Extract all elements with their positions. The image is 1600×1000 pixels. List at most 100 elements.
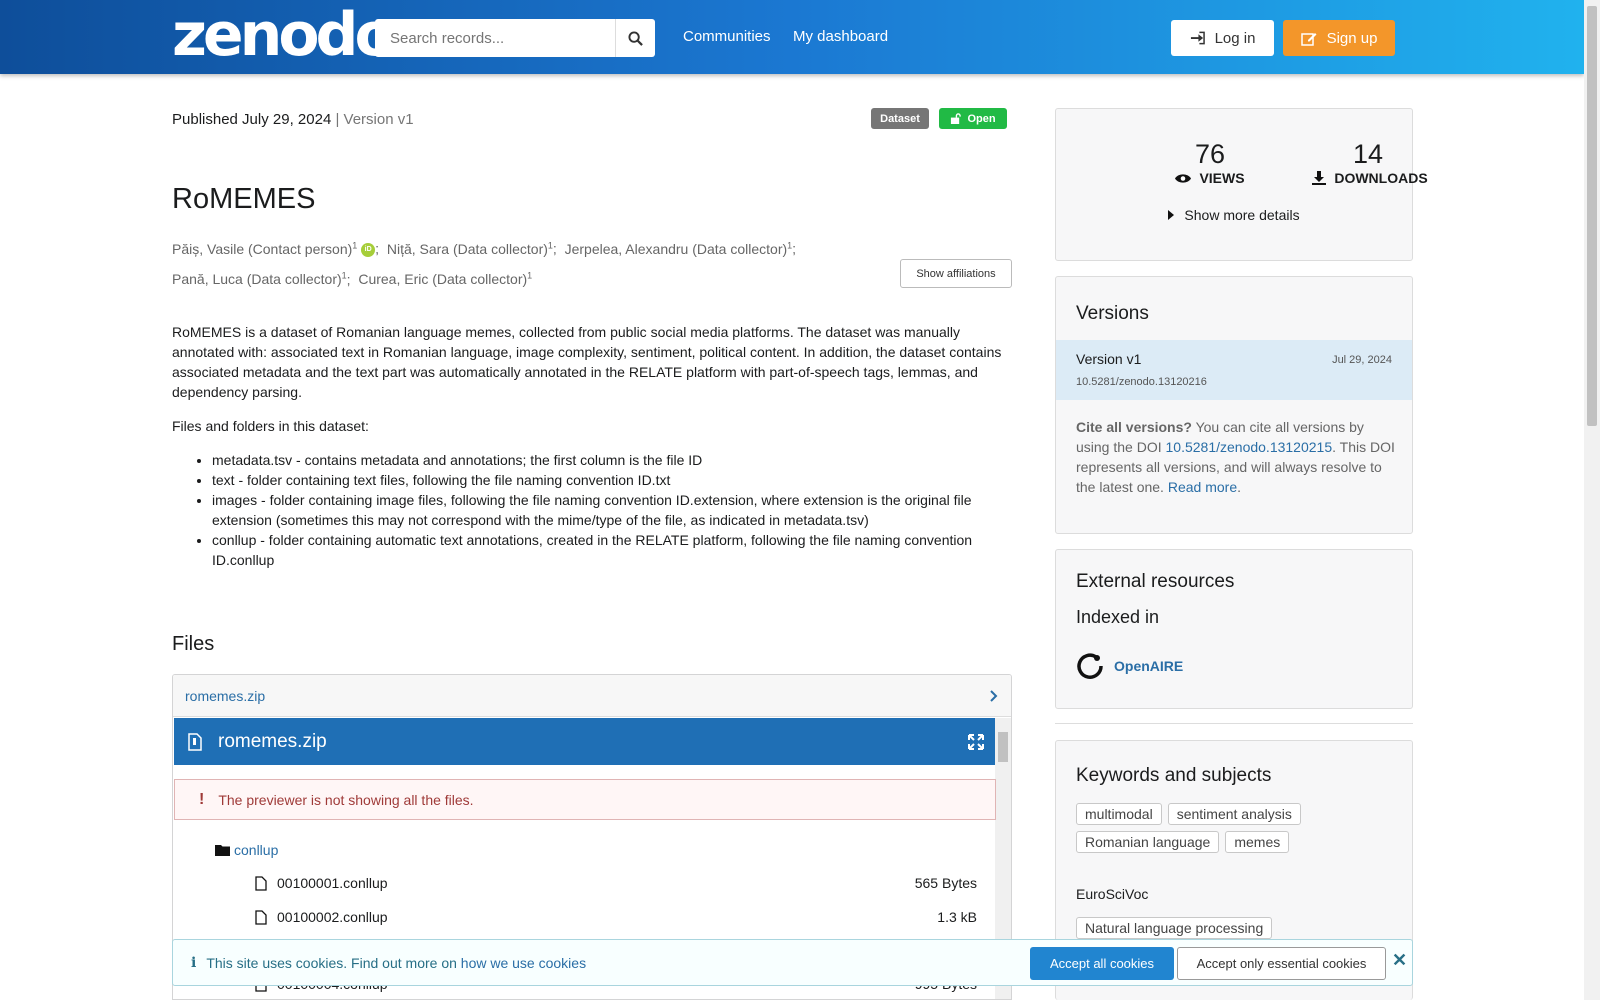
- warning-text: The previewer is not showing all the fil…: [218, 791, 474, 808]
- concept-doi-link[interactable]: 10.5281/zenodo.13120215: [1166, 439, 1333, 455]
- download-icon: [1312, 171, 1327, 185]
- chevron-right-icon: [990, 689, 998, 702]
- file-size: 565 Bytes: [914, 875, 977, 891]
- list-item: metadata.tsv - contains metadata and ann…: [212, 450, 1012, 470]
- version-date: Jul 29, 2024: [1332, 354, 1392, 366]
- creators-list: Păiș, Vasile (Contact person)1 iD; Niță,…: [172, 240, 797, 288]
- search-button[interactable]: [615, 19, 655, 57]
- stats-card: 76 VIEWS 14 DOWNLOADS Show more details: [1055, 108, 1428, 261]
- close-icon[interactable]: ✕: [1392, 950, 1407, 971]
- files-heading: Files: [172, 633, 215, 655]
- keyword-tag[interactable]: Romanian language: [1076, 831, 1220, 853]
- edit-icon: [1300, 32, 1317, 46]
- sign-in-icon: [1190, 31, 1205, 45]
- record-title: RoMEMES: [172, 183, 316, 215]
- search-icon: [628, 30, 643, 46]
- show-affiliations-button[interactable]: Show affiliations: [900, 259, 1012, 288]
- file-row: 00100001.conllup 565 Bytes: [255, 875, 977, 891]
- euroscivoc-label: EuroSciVoc: [1076, 886, 1149, 902]
- subject-tag[interactable]: Natural language processing: [1076, 917, 1273, 939]
- nav-communities[interactable]: Communities: [683, 28, 771, 45]
- external-resources-heading: External resources: [1076, 571, 1235, 592]
- file-name: 00100002.conllup: [277, 909, 388, 925]
- version-item[interactable]: Version v1 Jul 29, 2024 10.5281/zenodo.1…: [1056, 340, 1412, 400]
- cookie-policy-link[interactable]: how we use cookies: [461, 955, 586, 971]
- keywords-heading: Keywords and subjects: [1076, 765, 1272, 786]
- cookie-text: This site uses cookies. Find out more on…: [206, 954, 587, 971]
- folder-link[interactable]: conllup: [234, 842, 278, 858]
- read-more-link[interactable]: Read more: [1168, 479, 1237, 495]
- folder-icon: [215, 845, 230, 856]
- page-scrollbar[interactable]: [1584, 0, 1600, 1000]
- cookie-banner: i This site uses cookies. Find out more …: [172, 939, 1413, 986]
- openaire-icon: [1077, 653, 1103, 679]
- downloads-label: DOWNLOADS: [1290, 170, 1450, 186]
- keywords-list: multimodal sentiment analysis Romanian la…: [1076, 803, 1406, 859]
- file-size: 1.3 kB: [937, 909, 977, 925]
- creator[interactable]: Păiș, Vasile (Contact person)1: [172, 240, 357, 257]
- versions-card: Versions Version v1 Jul 29, 2024 10.5281…: [1055, 276, 1413, 534]
- version-name[interactable]: Version v1: [1076, 351, 1141, 367]
- search-box: [375, 19, 655, 57]
- description-text: RoMEMES is a dataset of Romanian languag…: [172, 324, 1002, 400]
- file-accordion-header[interactable]: romemes.zip: [173, 675, 1011, 717]
- cite-all-versions: Cite all versions? You can cite all vers…: [1076, 419, 1395, 495]
- views-count: 76: [1194, 139, 1226, 169]
- external-resources-card: External resources Indexed in OpenAIRE: [1055, 549, 1413, 709]
- expand-icon[interactable]: [968, 733, 984, 750]
- file-name: 00100001.conllup: [277, 875, 388, 891]
- indexed-in-heading: Indexed in: [1076, 607, 1160, 627]
- eye-icon: [1175, 173, 1192, 183]
- show-more-details[interactable]: Show more details: [1056, 207, 1412, 223]
- list-item: images - folder containing image files, …: [212, 490, 1012, 530]
- divider: [1055, 723, 1413, 724]
- published-date: Published July 29, 2024: [172, 111, 332, 128]
- login-label: Log in: [1214, 29, 1256, 47]
- downloads-count: 14: [1352, 139, 1384, 169]
- access-badge: Open: [939, 108, 1007, 129]
- version-doi: 10.5281/zenodo.13120216: [1076, 376, 1207, 388]
- signup-button[interactable]: Sign up: [1283, 20, 1395, 56]
- accept-essential-cookies-button[interactable]: Accept only essential cookies: [1177, 947, 1386, 980]
- file-icon: [255, 909, 267, 925]
- publication-info: Published July 29, 2024 | Version v1: [172, 111, 414, 128]
- caret-right-icon: [1168, 210, 1175, 220]
- creator[interactable]: Curea, Eric (Data collector)1: [358, 271, 532, 288]
- folder-row[interactable]: conllup: [215, 842, 278, 858]
- creator[interactable]: Niță, Sara (Data collector)1: [387, 240, 553, 257]
- file-row: 00100002.conllup 1.3 kB: [255, 909, 977, 925]
- archive-link[interactable]: romemes.zip: [185, 688, 265, 704]
- openaire-link[interactable]: OpenAIRE: [1114, 658, 1183, 674]
- resource-type-badge: Dataset: [871, 108, 929, 129]
- creator[interactable]: Pană, Luca (Data collector)1: [172, 271, 347, 288]
- preview-title: romemes.zip: [218, 730, 327, 752]
- files-intro: Files and folders in this dataset:: [172, 418, 369, 434]
- keyword-tag[interactable]: multimodal: [1076, 803, 1162, 825]
- list-item: conllup - folder containing automatic te…: [212, 530, 1012, 570]
- search-input[interactable]: [375, 19, 615, 57]
- files-explanation-list: metadata.tsv - contains metadata and ann…: [212, 450, 1012, 570]
- preview-warning: ! The previewer is not showing all the f…: [174, 779, 996, 820]
- views-label: VIEWS: [1130, 170, 1290, 186]
- unlock-icon: [951, 113, 962, 124]
- keyword-tag[interactable]: memes: [1225, 831, 1290, 853]
- preview-header: romemes.zip: [174, 718, 996, 765]
- version-label: | Version v1: [335, 111, 414, 128]
- zip-file-icon: [188, 732, 202, 751]
- signup-label: Sign up: [1326, 29, 1378, 47]
- access-label: Open: [967, 112, 996, 125]
- zenodo-logo[interactable]: zenodo: [172, 4, 396, 66]
- keyword-tag[interactable]: sentiment analysis: [1167, 803, 1301, 825]
- openaire-item[interactable]: OpenAIRE: [1076, 652, 1183, 680]
- file-icon: [255, 875, 267, 891]
- versions-heading: Versions: [1076, 303, 1149, 324]
- login-button[interactable]: Log in: [1171, 20, 1274, 56]
- creator[interactable]: Jerpelea, Alexandru (Data collector)1: [565, 240, 793, 257]
- top-navbar: zenodo Communities My dashboard Log in S…: [0, 0, 1584, 74]
- accept-all-cookies-button[interactable]: Accept all cookies: [1030, 947, 1174, 980]
- exclamation-icon: !: [199, 790, 205, 808]
- orcid-icon[interactable]: iD: [361, 242, 376, 257]
- list-item: text - folder containing text files, fol…: [212, 470, 1012, 490]
- info-icon: i: [191, 954, 197, 971]
- nav-my-dashboard[interactable]: My dashboard: [793, 28, 888, 45]
